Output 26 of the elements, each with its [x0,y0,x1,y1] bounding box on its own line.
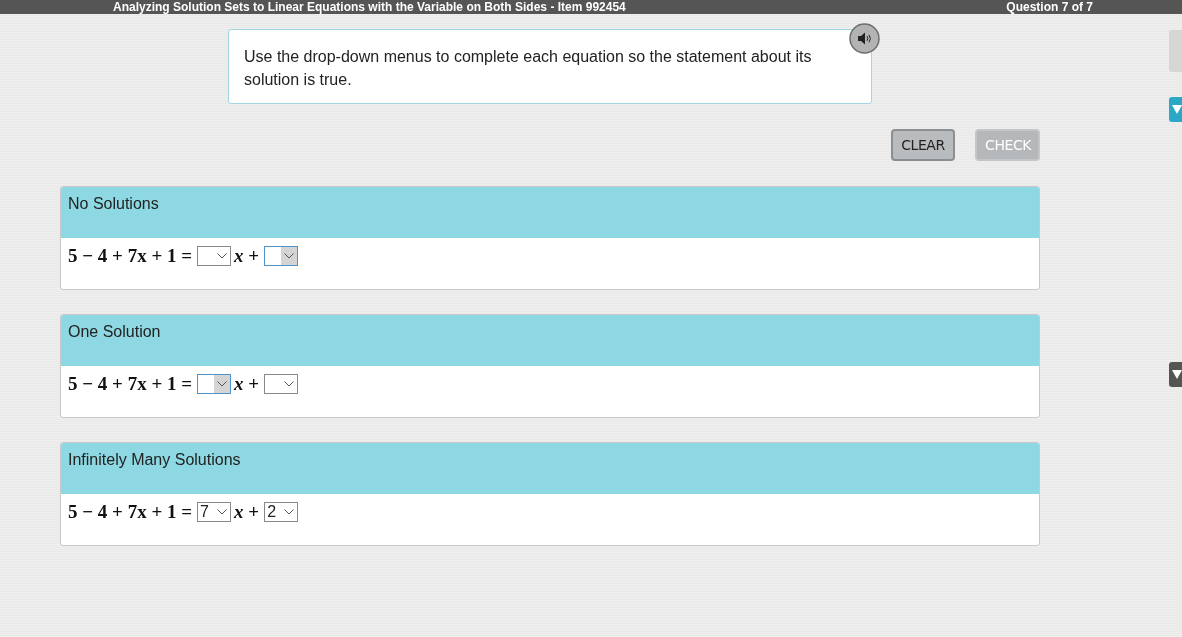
speaker-icon[interactable] [849,23,880,54]
question-counter: Question 7 of 7 [1006,0,1093,14]
card-title: One Solution [68,323,161,340]
dropdown[interactable] [264,374,299,394]
equation-text: 5 − 4 + 7x + 1 = [68,372,193,396]
chevron-down-icon [284,509,295,515]
equation-text: 5 − 4 + 7x + 1 = [68,244,193,268]
instructions-text: Use the drop-down menus to complete each equation so the statement about its solution is true. [244,47,813,90]
chevron-down-icon [284,253,295,259]
lesson-title: Analyzing Solution Sets to Linear Equations with the Variable on Both Sides - Item 992454 [113,0,626,14]
chevron-down-icon [217,509,228,515]
equation-text: x + [234,372,260,396]
dropdown[interactable] [197,374,232,394]
dropdown[interactable] [197,246,232,266]
card-title: Infinitely Many Solutions [68,451,241,468]
chevron-down-icon [284,381,295,387]
chevron-down-icon [217,253,228,259]
card-title: No Solutions [68,195,159,212]
chevron-down-icon [217,381,228,387]
equation-text: x + [234,500,260,524]
clear-button[interactable]: CLEAR [891,129,955,161]
dropdown[interactable] [264,246,299,266]
dropdown[interactable]: 7 [197,502,232,522]
equation-text: 5 − 4 + 7x + 1 = [68,500,193,524]
dropdown[interactable]: 2 [264,502,299,522]
equation-text: x + [234,244,260,268]
